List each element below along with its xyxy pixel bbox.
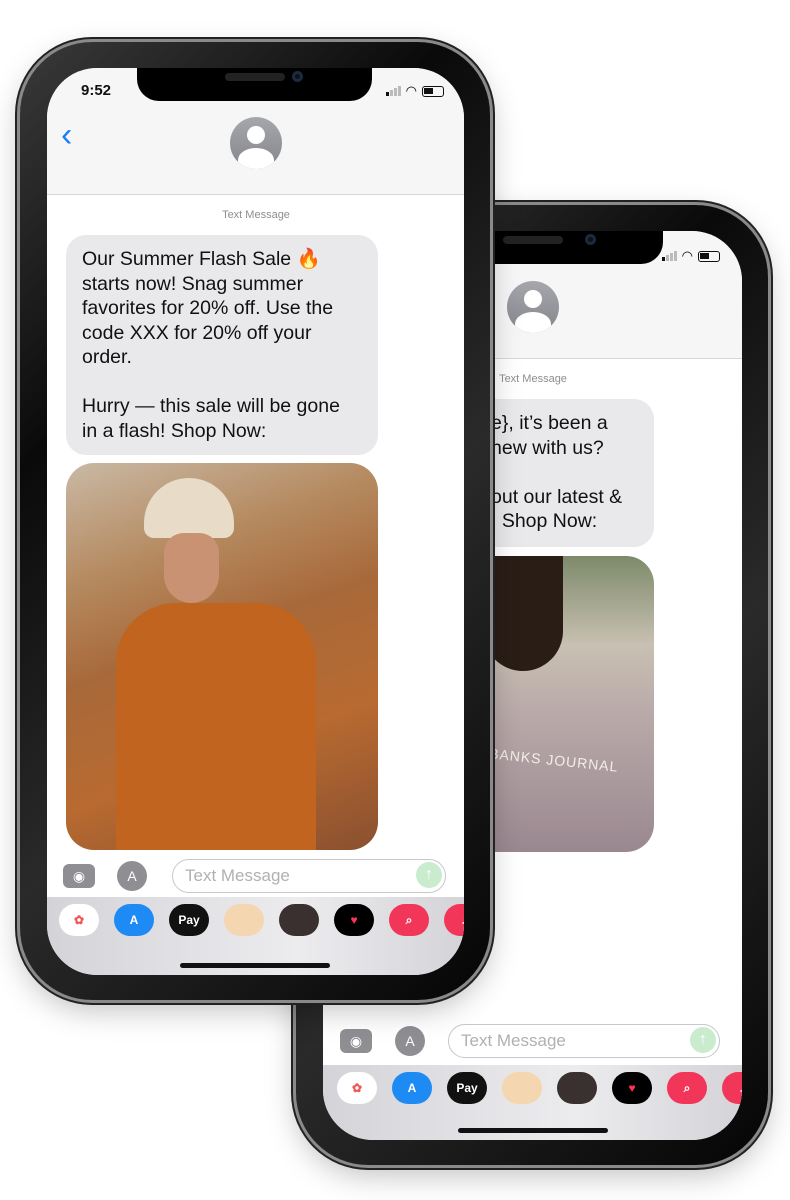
text-message-input[interactable]: Text Message: [448, 1024, 720, 1058]
person-head: [483, 556, 563, 671]
message-type-label: Text Message: [222, 209, 290, 221]
camera-icon[interactable]: ◉: [340, 1029, 372, 1053]
send-button[interactable]: ↑: [416, 862, 442, 888]
status-icons: ◠: [661, 248, 720, 264]
memoji-stickers-icon[interactable]: [502, 1072, 542, 1104]
digital-touch-icon[interactable]: ♥: [334, 904, 374, 936]
message-bubble: Our Summer Flash Sale 🔥 starts now! Snag…: [66, 235, 378, 455]
music-icon[interactable]: ♪: [722, 1072, 742, 1104]
battery-icon: [698, 250, 720, 262]
message-photo[interactable]: [66, 463, 378, 850]
wifi-icon: ◠: [681, 248, 693, 263]
animoji-icon[interactable]: [557, 1072, 597, 1104]
front-phone: 9:52 ◠ ‹ Text Message Our Summer Flash S…: [20, 42, 490, 1000]
home-indicator[interactable]: [458, 1128, 608, 1133]
status-icons: ◠: [385, 83, 444, 99]
app-store-icon[interactable]: A: [114, 904, 154, 936]
photos-icon[interactable]: ✿: [337, 1072, 377, 1104]
person-hat: [144, 478, 234, 538]
home-indicator[interactable]: [180, 963, 330, 968]
person-face: [164, 533, 219, 603]
web-image-search-icon[interactable]: ⌕: [389, 904, 429, 936]
apple-pay-icon[interactable]: Pay: [447, 1072, 487, 1104]
photos-icon[interactable]: ✿: [59, 904, 99, 936]
send-button[interactable]: ↑: [690, 1027, 716, 1053]
back-button[interactable]: ‹: [61, 116, 72, 155]
app-store-icon[interactable]: A: [392, 1072, 432, 1104]
status-time: 9:52: [81, 82, 112, 99]
animoji-icon[interactable]: [279, 904, 319, 936]
camera-icon[interactable]: ◉: [63, 864, 95, 888]
text-message-input[interactable]: Text Message: [172, 859, 446, 893]
contact-avatar[interactable]: [507, 281, 559, 333]
music-icon[interactable]: ♪: [444, 904, 464, 936]
notch: [137, 68, 372, 101]
app-store-button[interactable]: A: [395, 1026, 425, 1056]
digital-touch-icon[interactable]: ♥: [612, 1072, 652, 1104]
front-screen: 9:52 ◠ ‹ Text Message Our Summer Flash S…: [47, 68, 464, 975]
apple-pay-icon[interactable]: Pay: [169, 904, 209, 936]
signal-icon: [385, 86, 401, 96]
signal-icon: [661, 251, 677, 261]
contact-avatar[interactable]: [230, 117, 282, 169]
person-shirt: [116, 603, 316, 850]
battery-icon: [422, 85, 444, 97]
app-store-button[interactable]: A: [117, 861, 147, 891]
web-image-search-icon[interactable]: ⌕: [667, 1072, 707, 1104]
memoji-stickers-icon[interactable]: [224, 904, 264, 936]
shirt-text: BANKS JOURNAL: [488, 745, 620, 775]
wifi-icon: ◠: [405, 83, 417, 98]
